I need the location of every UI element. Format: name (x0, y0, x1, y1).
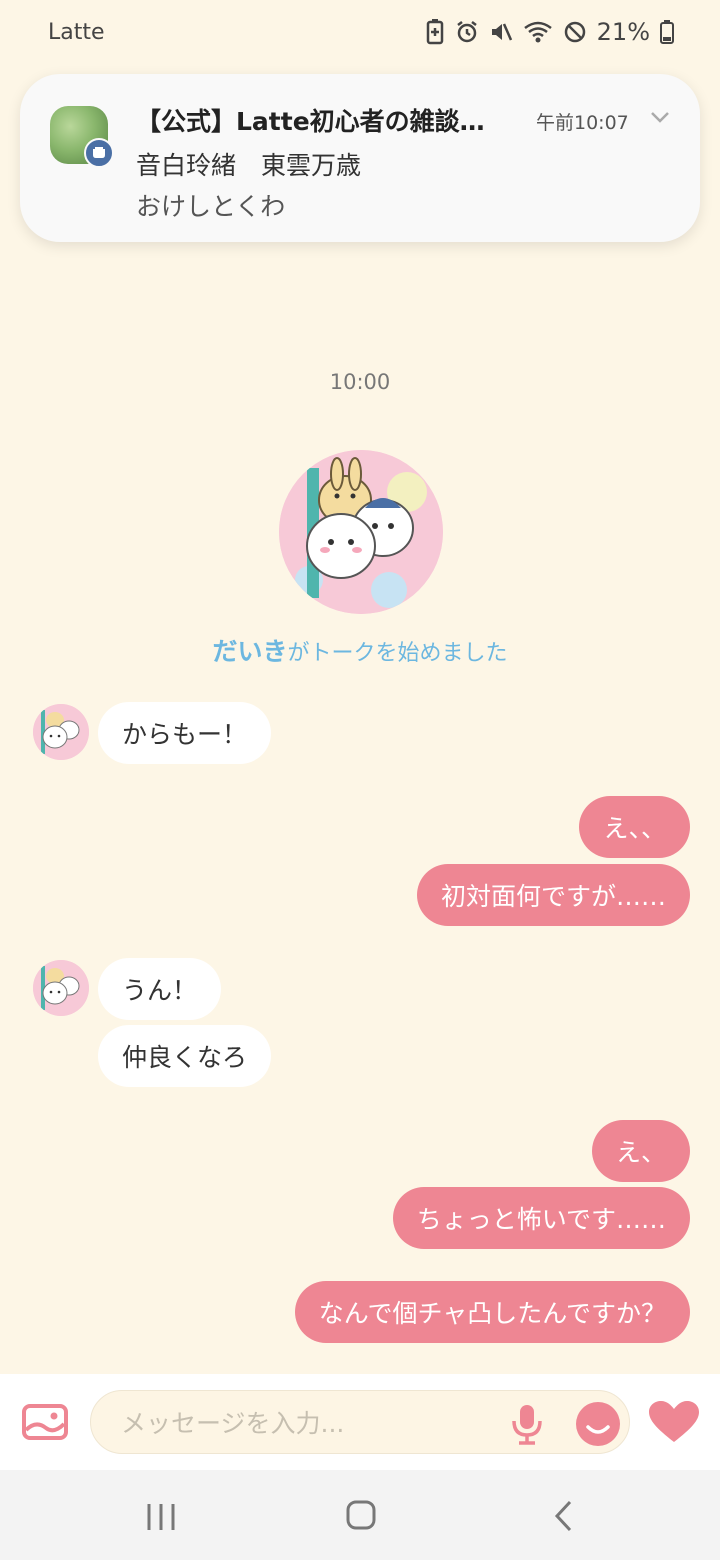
back-icon[interactable] (552, 1500, 576, 1536)
message-input[interactable] (121, 1403, 491, 1443)
emoji-icon[interactable] (575, 1401, 621, 1451)
chat-screen: Latte 21% 【公式】Latte初心者の雑談… 午前10:07 音白玲緒 … (0, 0, 720, 1560)
message-bubble-outgoing[interactable]: 初対面何ですが…… (416, 864, 690, 926)
starter-avatar[interactable] (279, 450, 443, 614)
status-icons: 21% (425, 18, 674, 46)
message-bubble-outgoing[interactable]: え、 (591, 1120, 690, 1182)
message-input-bar (0, 1374, 720, 1470)
recent-apps-icon[interactable] (146, 1502, 176, 1536)
status-app-name: Latte (48, 20, 105, 45)
sender-avatar[interactable] (33, 960, 89, 1016)
chat-badge-icon (84, 138, 114, 168)
wifi-icon (523, 21, 552, 43)
message-bubble-incoming[interactable]: からもー！ (98, 702, 272, 764)
message-bubble-outgoing[interactable]: ちょっと怖いです…… (392, 1187, 690, 1249)
block-icon (564, 21, 585, 43)
chevron-down-icon[interactable] (650, 108, 670, 127)
notification-title: 【公式】Latte初心者の雑談… (136, 107, 485, 136)
message-bubble-outgoing[interactable]: なんで個チャ凸したんですか？ (294, 1281, 690, 1343)
message-bubble-incoming[interactable]: 仲良くなろ (98, 1025, 272, 1087)
heart-icon[interactable] (648, 1400, 700, 1448)
chat-start-notice: だいきがトークを始めました (0, 632, 720, 668)
status-bar: Latte 21% (0, 0, 720, 70)
notification-message: おけしとくわ (136, 192, 286, 221)
gallery-icon[interactable] (22, 1404, 68, 1444)
battery-icon (660, 20, 674, 44)
home-icon[interactable] (346, 1500, 376, 1534)
message-bubble-outgoing[interactable]: え、、 (579, 796, 690, 858)
chat-timestamp: 10:00 (329, 370, 391, 394)
mic-icon[interactable] (507, 1401, 547, 1451)
notification-time: 午前10:07 (536, 112, 629, 134)
sender-avatar[interactable] (33, 704, 89, 760)
message-input-wrapper (90, 1390, 630, 1454)
notification-sender: 音白玲緒 東雲万歳 (136, 151, 362, 180)
battery-saver-icon (426, 19, 443, 45)
starter-suffix: がトークを始めました (287, 641, 508, 666)
starter-name[interactable]: だいき (212, 637, 287, 666)
system-nav-bar (0, 1470, 720, 1560)
message-bubble-incoming[interactable]: うん！ (98, 958, 222, 1020)
mute-icon (491, 23, 512, 41)
battery-percent: 21% (596, 18, 650, 46)
alarm-icon (456, 21, 477, 43)
